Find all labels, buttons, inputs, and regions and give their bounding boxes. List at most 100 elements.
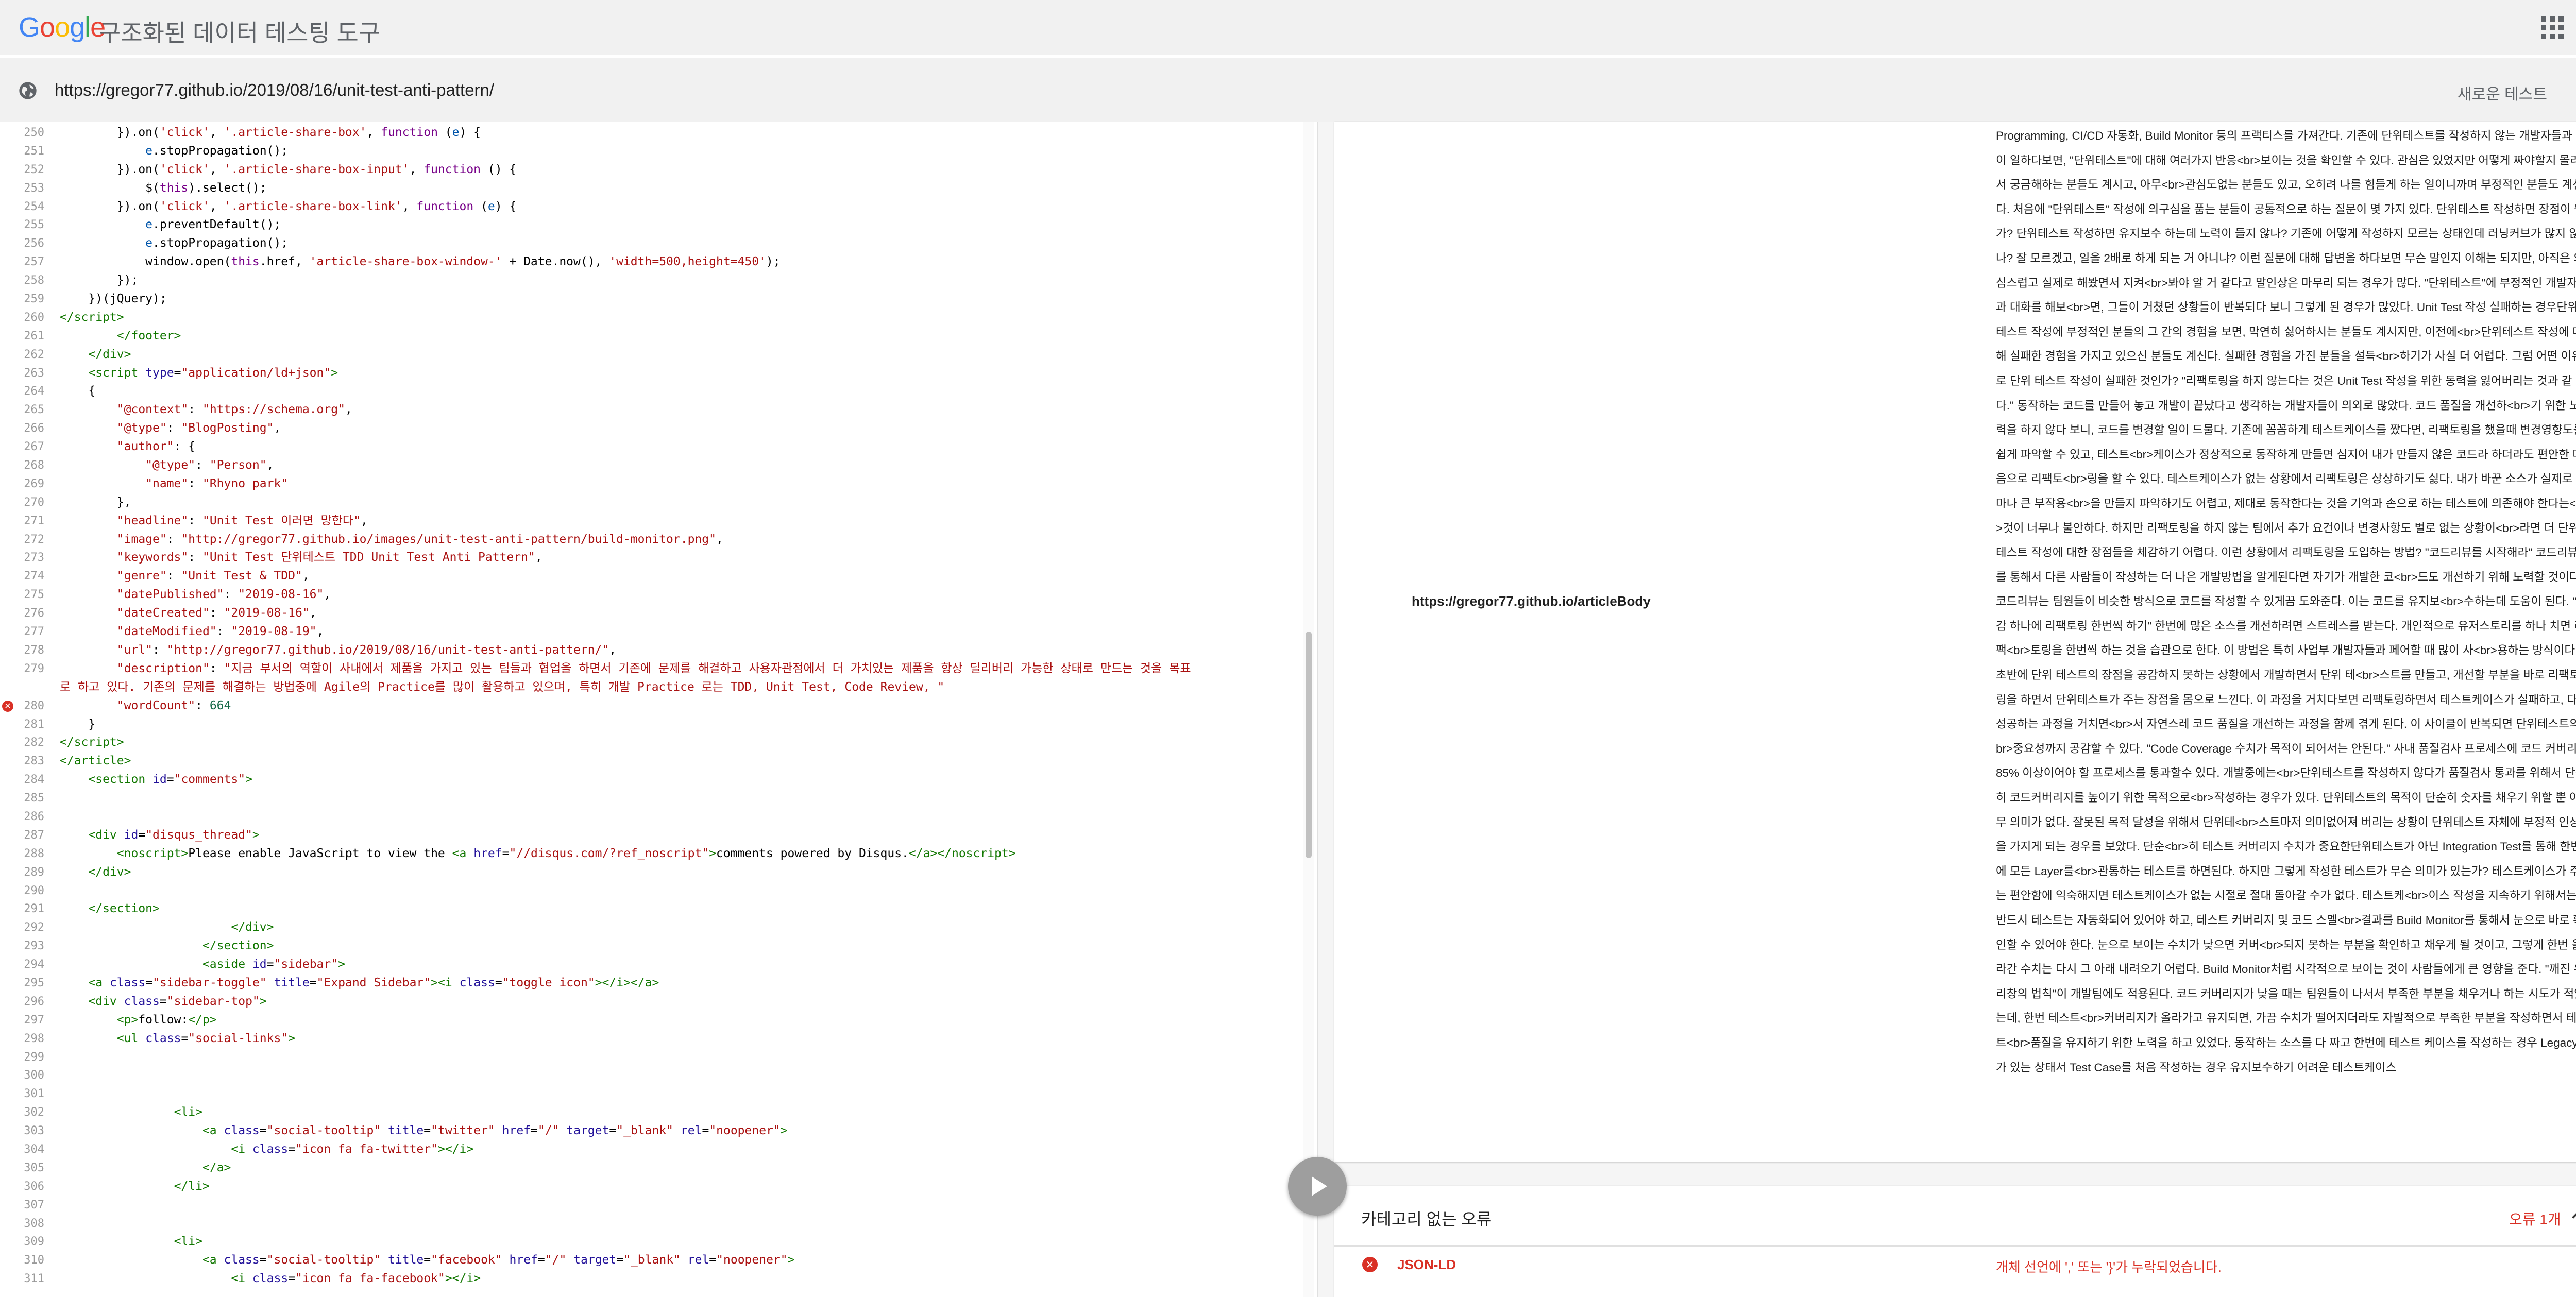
line-content: </a> (202, 1161, 231, 1174)
code-line: 305 </a> (0, 1159, 1298, 1177)
code-line: 307 (0, 1196, 1298, 1215)
code-line: 292 </div> (0, 918, 1298, 937)
line-number: 302 (24, 1106, 44, 1119)
line-content: <section id="comments"> (88, 773, 252, 787)
line-number: 294 (24, 958, 44, 971)
line-content: "@type": "Person", (145, 458, 274, 472)
line-content: }).on('click', '.article-share-box-input… (60, 162, 517, 176)
error-type[interactable]: JSON-LD (1397, 1257, 1456, 1273)
code-line: 257 window.open(this.href, 'article-shar… (0, 253, 1298, 271)
logo-letter: l (84, 12, 91, 43)
line-number: 268 (24, 459, 44, 472)
code-editor[interactable]: 250 }).on('click', '.article-share-box',… (0, 122, 1318, 1297)
line-content: "dateCreated": "2019-08-16", (116, 606, 317, 620)
line-content: 로 하고 있다. 기존의 문제를 해결하는 방법중에 Agile의 Practi… (60, 680, 945, 694)
code-line: 309 <li> (0, 1233, 1298, 1251)
line-content: <i class="icon fa fa-facebook"></i> (231, 1272, 481, 1286)
line-number: 267 (24, 440, 44, 454)
line-number: 274 (24, 570, 44, 583)
line-number: 272 (24, 533, 44, 546)
line-number: 256 (24, 237, 44, 250)
code-line: 289 </div> (0, 863, 1298, 882)
code-line: 273 "keywords": "Unit Test 단위테스트 TDD Uni… (0, 549, 1298, 567)
line-content: window.open(this.href, 'article-share-bo… (60, 255, 781, 269)
editor-scrollbar-thumb[interactable] (1306, 632, 1312, 858)
code-line: 250 }).on('click', '.article-share-box',… (0, 124, 1298, 142)
line-number: 251 (24, 144, 44, 158)
code-line: 298 <ul class="social-links"> (0, 1030, 1298, 1048)
line-number: 278 (24, 643, 44, 657)
globe-icon (19, 82, 37, 99)
new-test-button[interactable]: 새로운 테스트 (2458, 81, 2547, 104)
line-number: 273 (24, 551, 44, 565)
line-number: 311 (24, 1272, 44, 1286)
code-line: 301 (0, 1085, 1298, 1103)
line-content: }).on('click', '.article-share-box', fun… (60, 126, 481, 139)
line-number: 264 (24, 385, 44, 398)
line-content: e.preventDefault(); (145, 218, 281, 232)
code-line: 302 <li> (0, 1103, 1298, 1122)
code-line: 297 <p>follow:</p> (0, 1011, 1298, 1030)
line-content: <a class="social-tooltip" title="twitter… (202, 1124, 788, 1138)
line-content: </script> (60, 736, 124, 749)
line-number: 269 (24, 477, 44, 490)
line-number: 306 (24, 1180, 44, 1193)
chevron-up-icon[interactable] (2569, 1206, 2576, 1225)
code-line: 253 $(this).select(); (0, 179, 1298, 198)
line-content: "genre": "Unit Test & TDD", (116, 569, 310, 583)
error-panel: 카테고리 없는 오류 오류 1개 ✕ JSON-LD 개체 선언에 ',' 또는… (1334, 1186, 2576, 1297)
apps-grid-icon[interactable] (2540, 15, 2565, 40)
code-line: 로 하고 있다. 기존의 문제를 해결하는 방법중에 Agile의 Practi… (0, 678, 1298, 697)
code-line: 259 })(jQuery); (0, 290, 1298, 309)
error-category-label: 카테고리 없는 오류 (1361, 1210, 1492, 1228)
code-line: 282 </script> (0, 733, 1298, 752)
line-number: 261 (24, 329, 44, 343)
line-number: 282 (24, 736, 44, 749)
url-display[interactable]: https://gregor77.github.io/2019/08/16/un… (55, 80, 494, 100)
line-content: e.stopPropagation(); (145, 144, 289, 158)
run-test-button[interactable] (1288, 1157, 1347, 1216)
results-pane: https://gregor77.github.io/articleBody P… (1318, 122, 2576, 1297)
line-number: 276 (24, 607, 44, 620)
line-number: 296 (24, 995, 44, 1008)
logo-letter: o (55, 12, 70, 43)
line-number: 265 (24, 403, 44, 417)
code-line: 258 }); (0, 271, 1298, 290)
line-content: "image": "http://gregor77.github.io/imag… (116, 532, 723, 546)
line-content: <div class="sidebar-top"> (88, 994, 267, 1008)
line-content: </section> (88, 902, 160, 916)
gear-icon[interactable] (2573, 78, 2576, 103)
line-number: 253 (24, 181, 44, 195)
line-content: })(jQuery); (60, 292, 167, 306)
code-line: 260 </script> (0, 309, 1298, 327)
line-number: 307 (24, 1198, 44, 1211)
line-content: }).on('click', '.article-share-box-link'… (60, 199, 517, 213)
line-number: 286 (24, 810, 44, 823)
code-line: 266 "@type": "BlogPosting", (0, 419, 1298, 438)
line-number: 299 (24, 1050, 44, 1064)
line-number: 283 (24, 755, 44, 768)
error-row[interactable]: ✕ JSON-LD 개체 선언에 ',' 또는 '}'가 누락되었습니다. (1334, 1247, 2576, 1284)
code-line: 293 </section> (0, 937, 1298, 955)
code-line: 291 </section> (0, 900, 1298, 918)
error-panel-header[interactable]: 카테고리 없는 오류 오류 1개 (1334, 1186, 2576, 1247)
line-content: <div id="disqus_thread"> (88, 828, 260, 842)
line-number: 277 (24, 625, 44, 639)
line-content: <aside id="sidebar"> (202, 958, 345, 971)
code-line: 275 "datePublished": "2019-08-16", (0, 586, 1298, 604)
code-line: 271 "headline": "Unit Test 이러면 망한다", (0, 512, 1298, 531)
property-name: https://gregor77.github.io/articleBody (1412, 593, 1651, 609)
line-number: 300 (24, 1069, 44, 1082)
line-number: 301 (24, 1087, 44, 1101)
line-content: <noscript>Please enable JavaScript to vi… (116, 846, 1016, 860)
google-logo[interactable]: Google (19, 11, 106, 43)
line-number: 252 (24, 163, 44, 176)
code-line: 267 "author": { (0, 438, 1298, 456)
line-content: e.stopPropagation(); (145, 236, 289, 250)
code-line: 304 <i class="icon fa fa-twitter"></i> (0, 1140, 1298, 1159)
line-number: 303 (24, 1124, 44, 1138)
code-line: 311 <i class="icon fa fa-facebook"></i> (0, 1270, 1298, 1288)
code-line: 262 </div> (0, 346, 1298, 364)
logo-letter: g (70, 12, 85, 43)
line-number: 280 (24, 699, 44, 712)
